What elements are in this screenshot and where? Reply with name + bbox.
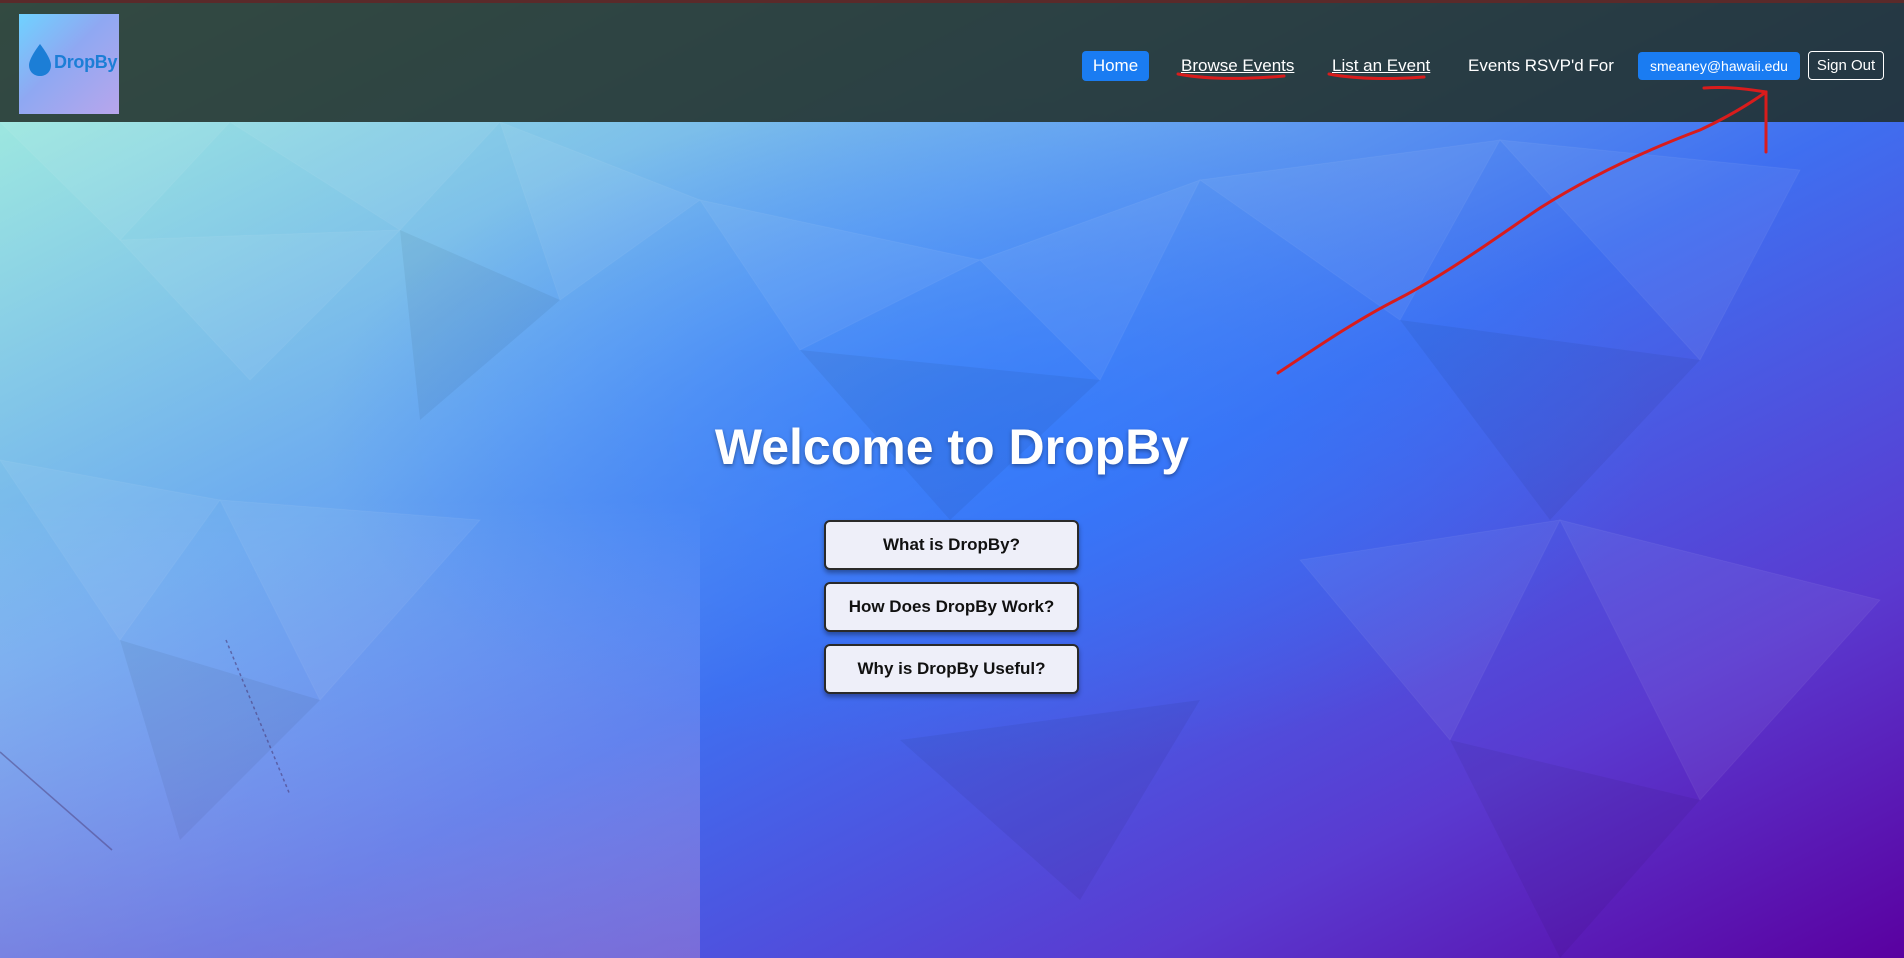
logo-text: DropBy <box>54 52 118 72</box>
water-drop-icon <box>29 44 51 76</box>
nav-browse-events-link[interactable]: Browse Events <box>1181 51 1294 81</box>
dropby-logo[interactable]: DropBy <box>19 14 119 114</box>
page-title: Welcome to DropBy <box>714 419 1190 475</box>
nav-events-rsvpd-link[interactable]: Events RSVP'd For <box>1468 51 1614 81</box>
how-dropby-works-button[interactable]: How Does DropBy Work? <box>824 582 1079 632</box>
why-dropby-useful-button[interactable]: Why is DropBy Useful? <box>824 644 1079 694</box>
sign-out-button[interactable]: Sign Out <box>1808 51 1884 80</box>
what-is-dropby-button[interactable]: What is DropBy? <box>824 520 1079 570</box>
top-navbar: DropBy Home Browse Events List an Event … <box>0 0 1904 122</box>
nav-list-event-link[interactable]: List an Event <box>1332 51 1430 81</box>
page: DropBy Home Browse Events List an Event … <box>0 0 1904 958</box>
nav-home-link[interactable]: Home <box>1082 51 1149 81</box>
low-poly-background <box>0 0 1904 958</box>
user-account-dropdown[interactable]: smeaney@hawaii.edu <box>1638 52 1800 80</box>
